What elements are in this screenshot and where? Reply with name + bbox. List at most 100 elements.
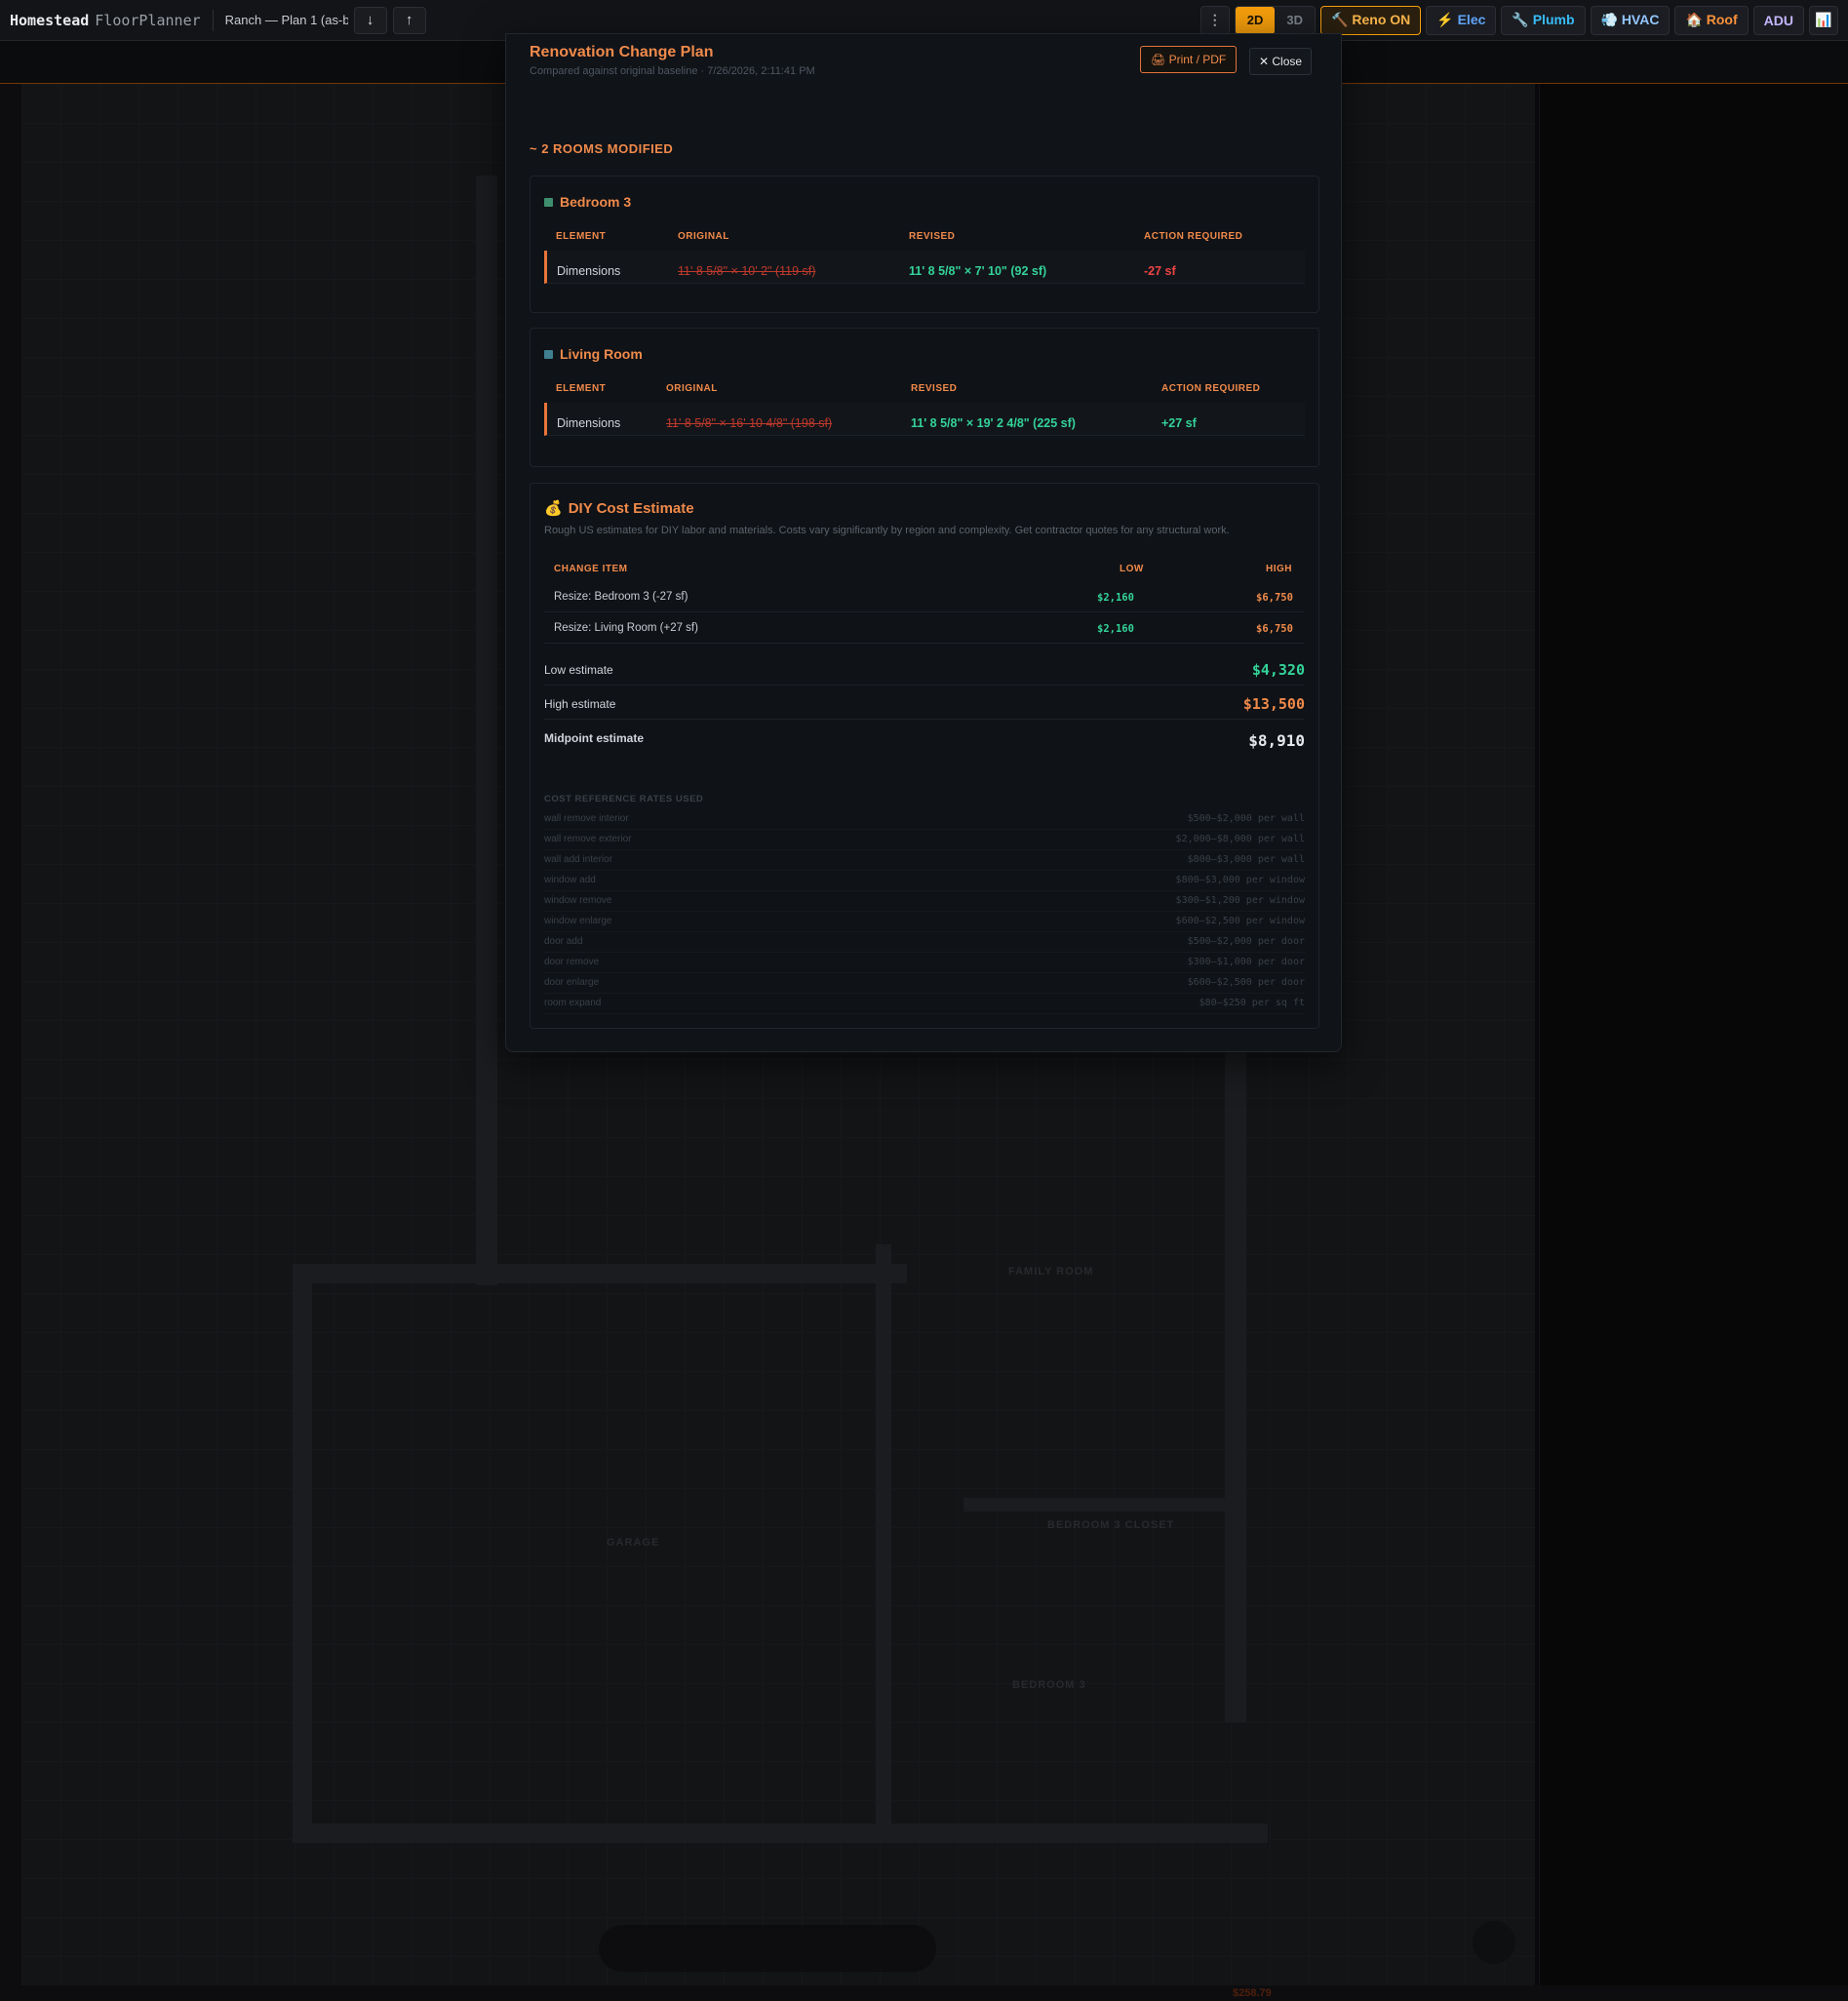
midpoint-estimate-value: $8,910 <box>1248 731 1305 750</box>
element-cell: Dimensions <box>557 264 621 278</box>
arrow-up-icon: ↑ <box>405 12 413 28</box>
element-cell: Dimensions <box>557 416 621 430</box>
view-3d-button[interactable]: 3D <box>1275 7 1315 34</box>
rate-value: $600–$2,500 per window <box>1175 916 1305 926</box>
modal-header: Renovation Change Plan Compared against … <box>506 34 1343 93</box>
hvac-layer-button[interactable]: 💨 HVAC <box>1590 5 1671 35</box>
change-plan-modal: Renovation Change Plan Compared against … <box>505 33 1342 1052</box>
col-revised: REVISED <box>909 231 956 242</box>
col-element: ELEMENT <box>556 231 607 242</box>
plan-name[interactable]: Ranch — Plan 1 (as-bu <box>225 13 348 27</box>
col-low: LOW <box>1120 564 1144 574</box>
roof-layer-button[interactable]: 🏠 Roof <box>1674 5 1749 35</box>
high-estimate-label: High estimate <box>544 697 616 711</box>
brand-subtitle: FloorPlanner <box>95 11 201 29</box>
cost-disclaimer: Rough US estimates for DIY labor and mat… <box>544 525 1230 536</box>
rate-name: door add <box>544 936 583 947</box>
rate-name: window add <box>544 875 596 885</box>
rate-value: $80–$250 per sq ft <box>1199 998 1305 1008</box>
low-cell: $2,160 <box>1097 623 1134 635</box>
chart-icon[interactable]: 📊 <box>1809 5 1838 35</box>
money-bag-icon: 💰 <box>544 500 563 517</box>
midpoint-estimate-row: Midpoint estimate $8,910 <box>544 720 1305 754</box>
col-element: ELEMENT <box>556 383 607 394</box>
modal-title: Renovation Change Plan <box>530 44 714 60</box>
rates-title: COST REFERENCE RATES USED <box>544 794 704 804</box>
rate-row: window remove $300–$1,200 per window <box>544 891 1305 912</box>
view-toggle: 2D 3D <box>1234 5 1317 35</box>
brand-name: Homestead <box>10 11 90 29</box>
room-name-text: Bedroom 3 <box>560 194 632 210</box>
rate-value: $2,000–$8,000 per wall <box>1175 834 1305 844</box>
rate-name: wall add interior <box>544 854 613 865</box>
col-change-item: CHANGE ITEM <box>554 564 628 574</box>
high-cell: $6,750 <box>1256 623 1293 635</box>
rate-name: wall remove interior <box>544 813 629 824</box>
room-color-swatch <box>544 197 553 207</box>
rate-row: wall add interior $800–$3,000 per wall <box>544 850 1305 871</box>
cost-title-text: DIY Cost Estimate <box>568 499 694 517</box>
high-estimate-row: High estimate $13,500 <box>544 686 1305 720</box>
room-color-swatch <box>544 349 553 359</box>
low-estimate-row: Low estimate $4,320 <box>544 651 1305 686</box>
rate-row: door enlarge $600–$2,500 per door <box>544 973 1305 994</box>
rate-name: window remove <box>544 895 612 906</box>
high-cell: $6,750 <box>1256 592 1293 604</box>
app-logo: Homestead FloorPlanner <box>10 12 201 29</box>
rate-name: door remove <box>544 957 600 967</box>
plumbing-layer-button[interactable]: 🔧 Plumb <box>1501 5 1586 35</box>
modal-subtitle: Compared against original baseline · 7/2… <box>530 65 815 77</box>
rate-value: $500–$2,000 per door <box>1187 936 1305 947</box>
table-row: Resize: Living Room (+27 sf) $2,160 $6,7… <box>544 612 1305 644</box>
rate-row: room expand $80–$250 per sq ft <box>544 994 1305 1014</box>
rate-name: room expand <box>544 998 602 1008</box>
download-button[interactable]: ↓ <box>353 6 387 34</box>
low-cell: $2,160 <box>1097 592 1134 604</box>
rate-name: wall remove exterior <box>544 834 632 844</box>
rooms-modified-label: ~ 2 ROOMS MODIFIED <box>530 141 674 156</box>
col-high: HIGH <box>1266 564 1292 574</box>
rate-value: $800–$3,000 per window <box>1175 875 1305 885</box>
reno-toggle-button[interactable]: 🔨 Reno ON <box>1320 5 1422 35</box>
change-item-cell: Resize: Living Room (+27 sf) <box>554 622 698 634</box>
print-pdf-button[interactable]: 🖨 Print / PDF <box>1140 46 1238 73</box>
rate-row: window enlarge $600–$2,500 per window <box>544 912 1305 932</box>
col-original: ORIGINAL <box>678 231 729 242</box>
electrical-layer-button[interactable]: ⚡ Elec <box>1426 5 1497 35</box>
close-button[interactable]: ✕ Close <box>1249 48 1313 75</box>
rate-value: $300–$1,200 per window <box>1175 895 1305 906</box>
rate-row: door remove $300–$1,000 per door <box>544 953 1305 973</box>
rate-value: $600–$2,500 per door <box>1187 977 1305 988</box>
action-cell: +27 sf <box>1161 416 1197 430</box>
revised-cell: 11' 8 5/8" × 7' 10" (92 sf) <box>909 264 1047 278</box>
high-estimate-value: $13,500 <box>1242 695 1305 713</box>
rate-row: door add $500–$2,000 per door <box>544 932 1305 953</box>
rate-row: window add $800–$3,000 per window <box>544 871 1305 891</box>
midpoint-estimate-label: Midpoint estimate <box>544 731 645 745</box>
cost-estimate-card: 💰 DIY Cost Estimate Rough US estimates f… <box>530 483 1319 1029</box>
col-revised: REVISED <box>911 383 958 394</box>
divider <box>212 9 214 31</box>
rate-name: window enlarge <box>544 916 612 926</box>
room-change-card: Living Room ELEMENT ORIGINAL REVISED ACT… <box>530 328 1319 467</box>
arrow-down-icon: ↓ <box>366 12 374 28</box>
rate-row: wall remove exterior $2,000–$8,000 per wa… <box>544 830 1305 850</box>
revised-cell: 11' 8 5/8" × 19' 2 4/8" (225 sf) <box>911 416 1076 430</box>
rate-value: $300–$1,000 per door <box>1187 957 1305 967</box>
more-menu-button[interactable]: ⋮ <box>1199 5 1230 35</box>
rate-row: wall remove interior $500–$2,000 per wall <box>544 809 1305 830</box>
view-2d-button[interactable]: 2D <box>1235 6 1276 34</box>
upload-button[interactable]: ↑ <box>392 6 426 34</box>
adu-button[interactable]: ADU <box>1752 5 1804 35</box>
table-row: Resize: Bedroom 3 (-27 sf) $2,160 $6,750 <box>544 581 1305 612</box>
rate-name: door enlarge <box>544 977 600 988</box>
original-cell: 11' 8 5/8" × 10' 2" (119 sf) <box>678 264 816 278</box>
low-estimate-value: $4,320 <box>1251 661 1305 679</box>
room-change-card: Bedroom 3 ELEMENT ORIGINAL REVISED ACTIO… <box>530 176 1319 313</box>
action-cell: -27 sf <box>1144 264 1176 278</box>
low-estimate-label: Low estimate <box>544 663 613 677</box>
rate-value: $500–$2,000 per wall <box>1187 813 1305 824</box>
original-cell: 11' 8 5/8" × 16' 10 4/8" (198 sf) <box>666 416 833 430</box>
room-name: Living Room <box>544 346 643 362</box>
cost-title: 💰 DIY Cost Estimate <box>544 499 694 518</box>
